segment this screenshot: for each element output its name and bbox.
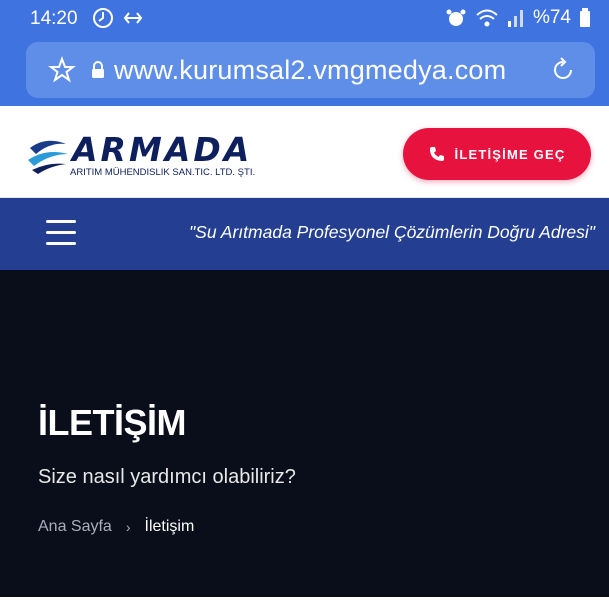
lock-icon [92,61,104,78]
page-subtitle: Size nasıl yardımcı olabiliriz? [38,466,296,488]
browser-chrome: 14:20 %74 www.kurumsal2.vmgmedya.com [0,0,609,106]
nav-bar: "Su Arıtmada Profesyonel Çözümlerin Doğr… [0,198,609,270]
logo-subtitle: ARITIM MÜHENDISLIK SAN.TIC. LTD. ŞTI. [70,167,256,178]
breadcrumb-home-link[interactable]: Ana Sayfa [38,518,112,536]
status-left-icons [92,7,144,29]
signal-icon [507,10,523,27]
reload-icon[interactable] [549,56,577,84]
contact-button[interactable]: İLETİŞİME GEÇ [403,128,591,180]
page-hero: İLETİŞİM Size nasıl yardımcı olabiliriz?… [0,270,609,597]
address-bar[interactable]: www.kurumsal2.vmgmedya.com [26,42,595,98]
wave-logo-icon [28,140,68,174]
logo-name: ARMADA [72,130,253,169]
page-title: İLETİŞİM [38,402,187,443]
battery-icon [580,8,590,27]
phone-icon [429,147,444,161]
breadcrumb: Ana Sayfa › İletişim [38,518,194,536]
status-time: 14:20 [30,8,78,29]
battery-percent: %74 [532,7,571,28]
star-icon[interactable] [48,56,76,84]
page-bottom-edge [0,597,609,603]
status-bar: 14:20 %74 [0,0,609,36]
breadcrumb-current: İletişim [144,518,195,535]
sync-icon [123,12,143,24]
wifi-icon [476,9,498,27]
timer-icon [93,8,113,28]
company-logo[interactable]: ARMADA ARITIM MÜHENDISLIK SAN.TIC. LTD. … [28,128,283,183]
status-right-icons: %74 [445,7,591,29]
site-header: ARMADA ARITIM MÜHENDISLIK SAN.TIC. LTD. … [0,106,609,198]
breadcrumb-separator-icon: › [125,519,131,535]
contact-button-label: İLETİŞİME GEÇ [454,146,566,162]
slogan: "Su Arıtmada Profesyonel Çözümlerin Doğr… [188,222,595,242]
url-text[interactable]: www.kurumsal2.vmgmedya.com [114,55,506,86]
alarm-icon [446,9,466,26]
hamburger-menu-icon[interactable] [46,220,76,246]
